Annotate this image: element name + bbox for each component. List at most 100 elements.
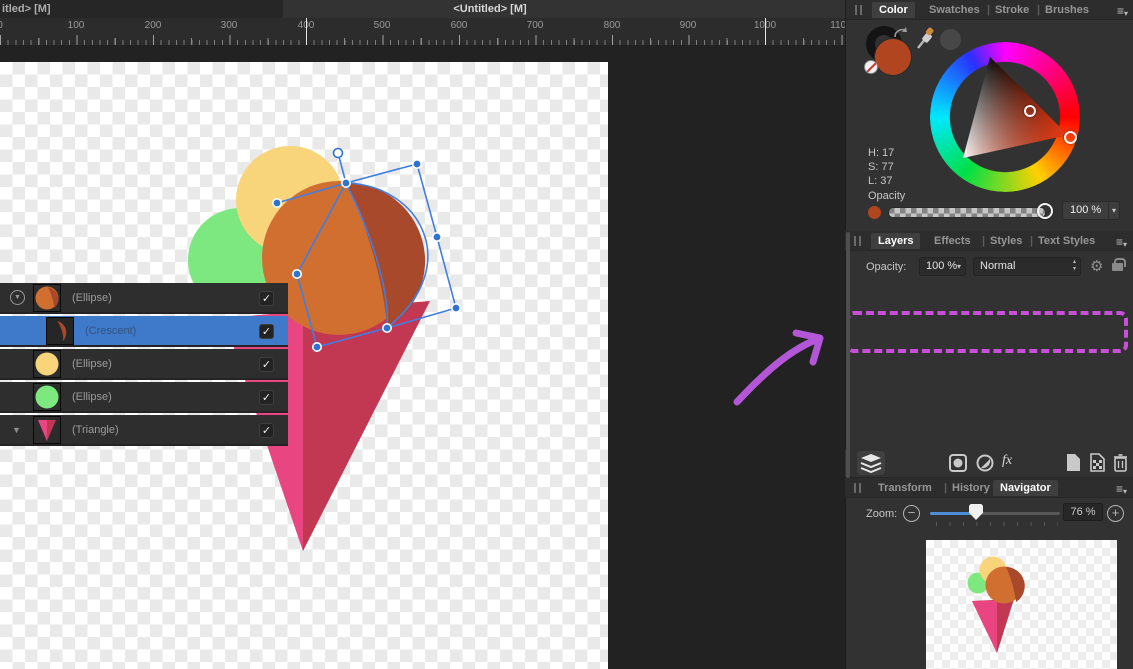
panel-scrollbar[interactable] [846, 232, 850, 478]
layer-name: (Crescent) [85, 325, 136, 337]
tab-effects[interactable]: Effects [927, 233, 978, 249]
layer-row-triangle[interactable]: ▼ (Triangle) ✓ [0, 415, 288, 446]
layer-thumbnail[interactable] [33, 350, 61, 378]
caret-down-icon: ▾ [957, 258, 961, 275]
layer-thumbnail[interactable] [33, 383, 61, 411]
layer-thumbnail[interactable] [33, 284, 61, 312]
hue-ring-selector[interactable] [1064, 131, 1077, 144]
layers-toolbar: fx [845, 449, 1133, 478]
hsl-triangle[interactable] [930, 42, 1080, 192]
zoom-in-button[interactable]: + [1107, 505, 1124, 522]
panel-menu-icon[interactable]: ≡▾ [1117, 4, 1128, 18]
opacity-label: Opacity [868, 190, 905, 202]
adjustment-layer-icon[interactable] [976, 454, 994, 472]
opacity-value-dropdown[interactable]: 100 % ▾ [1062, 201, 1120, 220]
tab-transform[interactable]: Transform [871, 480, 939, 496]
tab-text-styles[interactable]: Text Styles [1031, 233, 1102, 249]
opacity-swatch [868, 206, 881, 219]
zoom-label: Zoom: [866, 508, 897, 520]
tab-stroke[interactable]: Stroke [988, 2, 1036, 18]
new-layer-icon[interactable] [1066, 453, 1081, 472]
ruler-label: 1100 [830, 20, 845, 31]
lightness-value: L: 37 [868, 175, 892, 187]
ruler-position-indicator [765, 18, 766, 45]
selection-node[interactable] [383, 324, 391, 332]
tab-color[interactable]: Color [872, 2, 915, 18]
layer-thumbnail[interactable] [33, 416, 61, 444]
lock-icon[interactable] [1112, 263, 1123, 271]
ruler-position-indicator [306, 18, 307, 45]
selection-node[interactable] [413, 160, 421, 168]
layer-name: (Ellipse) [72, 358, 112, 370]
ruler-label: 100 [68, 20, 85, 31]
selection-node[interactable] [342, 179, 350, 187]
triangle-selector[interactable] [1024, 105, 1036, 117]
selection-node[interactable] [293, 270, 301, 278]
layer-thumbnail[interactable] [46, 317, 74, 345]
document-tab-inactive-label: itled> [M] [2, 3, 51, 15]
blend-mode-value: Normal [980, 260, 1015, 272]
selection-node[interactable] [273, 199, 281, 207]
opacity-slider[interactable] [888, 207, 1046, 218]
panel-menu-icon[interactable]: ≡▾ [1116, 482, 1127, 496]
panel-grip-icon[interactable] [855, 5, 862, 15]
panel-grip-icon[interactable] [854, 236, 861, 246]
tab-history[interactable]: History [945, 480, 997, 496]
opacity-slider-handle[interactable] [1037, 203, 1053, 219]
rotation-handle[interactable] [334, 149, 343, 158]
layer-visibility-checkbox[interactable]: ✓ [259, 423, 274, 438]
layer-row-ellipse-orange[interactable]: ▼ (Ellipse) ✓ [0, 283, 288, 314]
fill-color-well[interactable] [874, 38, 912, 76]
expand-circle-icon[interactable]: ▼ [10, 290, 25, 305]
layer-visibility-checkbox[interactable]: ✓ [259, 390, 274, 405]
panel-grip-icon[interactable] [854, 483, 861, 493]
horizontal-ruler[interactable]: 0 100 200 300 400 500 600 700 800 900 10… [0, 18, 845, 45]
ruler-label: 300 [221, 20, 238, 31]
document-tab-active-label[interactable]: <Untitled> [M] [453, 3, 526, 15]
tab-brushes[interactable]: Brushes [1038, 2, 1096, 18]
ruler-label: 600 [451, 20, 468, 31]
blend-mode-dropdown[interactable]: Normal ▴▾ [973, 257, 1081, 276]
saturation-value: S: 77 [868, 161, 894, 173]
ruler-label: 700 [527, 20, 544, 31]
ruler-label: 800 [604, 20, 621, 31]
selection-node[interactable] [452, 304, 460, 312]
layer-visibility-checkbox[interactable]: ✓ [259, 357, 274, 372]
expand-triangle-icon[interactable]: ▼ [12, 425, 21, 435]
selection-node[interactable] [433, 233, 441, 241]
zoom-value-box[interactable]: 76 % [1063, 503, 1103, 521]
tab-swatches[interactable]: Swatches [922, 2, 987, 18]
ruler-label: 200 [145, 20, 162, 31]
spinner-arrows-icon: ▴▾ [1073, 259, 1076, 273]
layers-stack-button[interactable] [857, 451, 885, 475]
tab-layers[interactable]: Layers [871, 233, 920, 249]
navigator-panel-header: Transform | History Navigator ≡▾ [845, 478, 1133, 498]
new-pixel-layer-icon[interactable] [1090, 453, 1105, 472]
zoom-out-button[interactable]: − [903, 505, 920, 522]
mask-layer-icon[interactable] [949, 454, 967, 472]
delete-layer-trash-icon[interactable] [1113, 453, 1128, 472]
navigator-preview-artwork [926, 540, 1117, 669]
layers-opacity-value: 100 % [926, 260, 957, 272]
layer-row-ellipse-yellow[interactable]: (Ellipse) ✓ [0, 349, 288, 380]
no-fill-icon[interactable] [864, 60, 878, 74]
opacity-value-text: 100 % [1070, 204, 1101, 216]
annotation-arrow [737, 333, 820, 402]
navigator-preview[interactable] [926, 540, 1117, 669]
layers-opacity-dropdown[interactable]: 100 % ▾ [919, 257, 966, 276]
document-tab-inactive[interactable]: itled> [M] [0, 0, 283, 18]
layer-visibility-checkbox[interactable]: ✓ [259, 291, 274, 306]
ruler-label: 900 [680, 20, 697, 31]
panel-menu-icon[interactable]: ≡▾ [1116, 235, 1127, 249]
layer-name: (Triangle) [72, 424, 119, 436]
hue-value: H: 17 [868, 147, 894, 159]
ruler-label: 0 [0, 20, 3, 31]
layer-visibility-checkbox[interactable]: ✓ [259, 324, 274, 339]
tab-navigator[interactable]: Navigator [993, 480, 1058, 496]
selection-node[interactable] [313, 343, 321, 351]
gear-icon[interactable]: ⚙ [1090, 257, 1103, 275]
fx-icon[interactable]: fx [1002, 453, 1012, 469]
layer-row-crescent-selected[interactable]: (Crescent) ✓ [0, 316, 288, 347]
color-panel-header: Color Swatches | Stroke | Brushes ≡▾ [846, 0, 1133, 20]
layer-row-ellipse-green[interactable]: (Ellipse) ✓ [0, 382, 288, 413]
